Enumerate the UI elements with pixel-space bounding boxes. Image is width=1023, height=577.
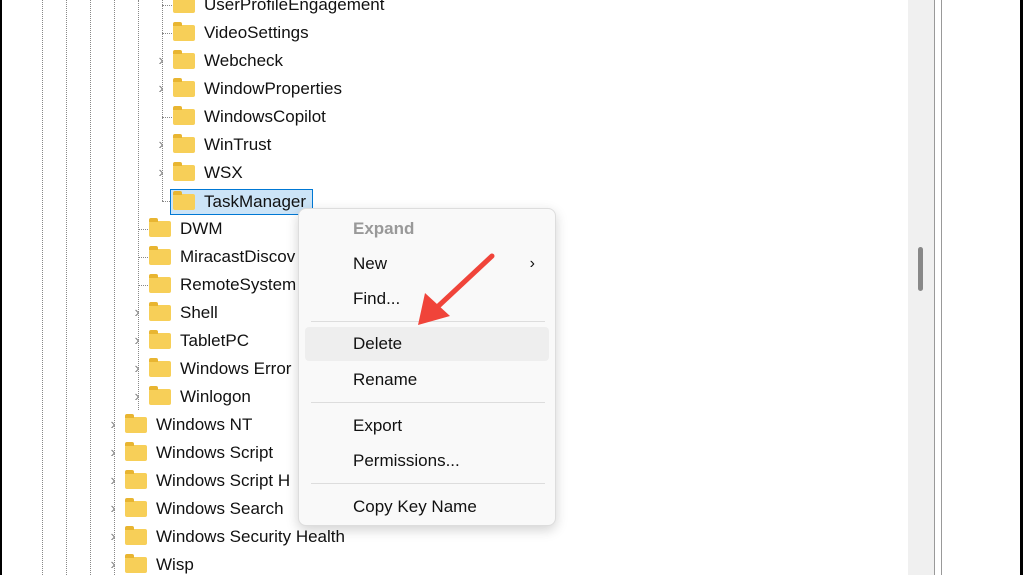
annotation-arrow	[418, 253, 495, 325]
